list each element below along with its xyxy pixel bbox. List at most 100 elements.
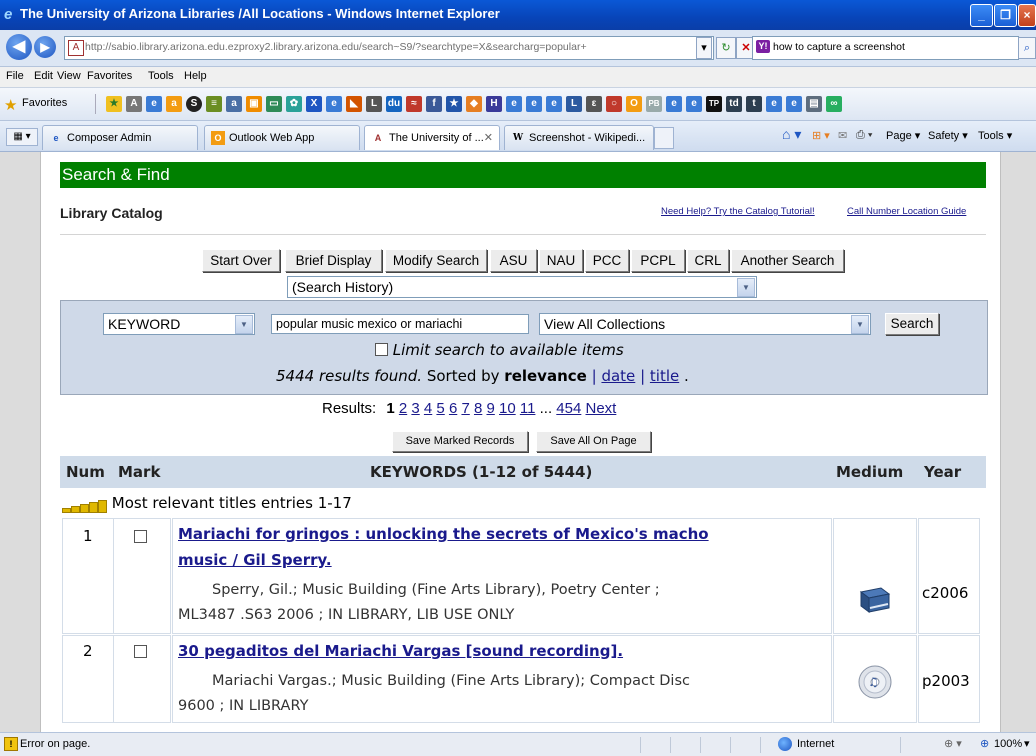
asu-button[interactable]: ASU <box>490 249 537 272</box>
ie-page-icon[interactable]: e <box>506 96 522 112</box>
window-title-bar[interactable]: e The University of Arizona Libraries /A… <box>0 0 1036 30</box>
ie-page-icon[interactable]: e <box>326 96 342 112</box>
tab-university-library[interactable]: A The University of ... ✕ <box>364 125 500 150</box>
modify-search-button[interactable]: Modify Search <box>385 249 487 272</box>
sort-by-date-link[interactable]: date <box>601 367 635 385</box>
search-history-select[interactable]: (Search History) ▼ <box>287 276 757 298</box>
favorite-link-icon[interactable]: S <box>186 96 202 112</box>
save-all-on-page-button[interactable]: Save All On Page <box>536 431 651 452</box>
tools-menu[interactable]: Tools ▾ <box>978 129 1012 142</box>
page-link[interactable]: 6 <box>449 400 457 417</box>
favorite-link-icon[interactable]: O <box>626 96 642 112</box>
tab-outlook-web-app[interactable]: O Outlook Web App <box>204 125 360 150</box>
record-title-link[interactable]: 30 pegaditos del Mariachi Vargas [sound … <box>178 642 623 660</box>
favorite-link-icon[interactable]: ▭ <box>266 96 282 112</box>
another-search-button[interactable]: Another Search <box>731 249 844 272</box>
limit-available-checkbox[interactable] <box>375 343 388 356</box>
favorite-link-icon[interactable]: TP <box>706 96 722 112</box>
print-icon[interactable]: ⎙ ▾ <box>856 129 872 142</box>
brief-display-button[interactable]: Brief Display <box>285 249 382 272</box>
favorite-link-icon[interactable]: a <box>226 96 242 112</box>
row-mark-checkbox[interactable] <box>134 645 147 658</box>
status-text[interactable]: Error on page. <box>20 738 90 750</box>
close-tab-icon[interactable]: ✕ <box>484 126 493 150</box>
favorite-link-icon[interactable]: L <box>366 96 382 112</box>
pcpl-button[interactable]: PCPL <box>631 249 685 272</box>
favorite-link-icon[interactable]: ◣ <box>346 96 362 112</box>
nau-button[interactable]: NAU <box>539 249 583 272</box>
favorite-link-icon[interactable]: du <box>386 96 402 112</box>
close-button[interactable]: × <box>1018 4 1036 27</box>
ie-page-icon[interactable]: e <box>146 96 162 112</box>
minimize-button[interactable]: _ <box>970 4 993 27</box>
zoom-dropdown-icon[interactable]: ▾ <box>1024 737 1030 750</box>
page-link[interactable]: 9 <box>486 400 494 417</box>
restore-button[interactable]: ❐ <box>994 4 1017 27</box>
ie-page-icon[interactable]: e <box>766 96 782 112</box>
menu-favorites[interactable]: Favorites <box>87 70 132 82</box>
address-dropdown-icon[interactable]: ▾ <box>696 37 712 59</box>
ie-page-icon[interactable]: e <box>526 96 542 112</box>
row-mark-checkbox[interactable] <box>134 530 147 543</box>
favorite-link-icon[interactable]: PB <box>646 96 662 112</box>
favorite-link-icon[interactable]: H <box>486 96 502 112</box>
favorite-link-icon[interactable]: ✿ <box>286 96 302 112</box>
zoom-level[interactable]: 100% <box>994 738 1022 750</box>
feeds-icon[interactable]: ⊞ ▾ <box>812 129 830 142</box>
search-button[interactable]: Search <box>885 313 939 335</box>
facebook-icon[interactable]: f <box>426 96 442 112</box>
favorite-link-icon[interactable]: ◆ <box>466 96 482 112</box>
call-number-guide-link[interactable]: Call Number Location Guide <box>847 206 966 217</box>
favorite-link-icon[interactable]: A <box>126 96 142 112</box>
tumblr-icon[interactable]: t <box>746 96 762 112</box>
save-marked-records-button[interactable]: Save Marked Records <box>392 431 528 452</box>
warning-icon[interactable]: ! <box>4 737 18 751</box>
favorite-link-icon[interactable]: ≈ <box>406 96 422 112</box>
favorites-star-icon[interactable]: ★ <box>4 96 17 114</box>
favorite-link-icon[interactable]: ○ <box>606 96 622 112</box>
page-link[interactable]: 10 <box>499 400 516 417</box>
favorite-link-icon[interactable]: ▤ <box>806 96 822 112</box>
page-menu[interactable]: Page ▾ <box>886 129 920 142</box>
ie-page-icon[interactable]: e <box>546 96 562 112</box>
search-go-icon[interactable]: ⌕ <box>1018 37 1036 59</box>
protected-mode-icon[interactable]: ⊕ ▾ <box>944 737 962 750</box>
add-favorite-icon[interactable]: ★ <box>106 96 122 112</box>
search-input[interactable]: popular music mexico or mariachi <box>271 314 529 334</box>
page-link[interactable]: 8 <box>474 400 482 417</box>
record-title-link[interactable]: music / Gil Sperry. <box>178 551 332 569</box>
amazon-icon[interactable]: a <box>166 96 182 112</box>
page-link[interactable]: 5 <box>436 400 444 417</box>
forward-button[interactable]: ▶ <box>34 36 56 58</box>
menu-tools[interactable]: Tools <box>148 70 174 82</box>
page-link[interactable]: 4 <box>424 400 432 417</box>
start-over-button[interactable]: Start Over <box>202 249 280 272</box>
crl-button[interactable]: CRL <box>687 249 729 272</box>
home-icon[interactable]: ⌂ ▾ <box>782 126 801 143</box>
menu-edit[interactable]: Edit <box>34 70 53 82</box>
favorite-link-icon[interactable]: L <box>566 96 582 112</box>
favorite-link-icon[interactable]: ≡ <box>206 96 222 112</box>
new-tab-button[interactable] <box>654 127 674 149</box>
page-link[interactable]: 3 <box>411 400 419 417</box>
menu-help[interactable]: Help <box>184 70 207 82</box>
page-link[interactable]: 7 <box>461 400 469 417</box>
zoom-icon[interactable]: ⊕ <box>980 737 989 750</box>
sort-by-title-link[interactable]: title <box>650 367 679 385</box>
quick-tabs-icon[interactable]: ▦ ▾ <box>6 128 38 146</box>
address-field[interactable]: A http://sabio.library.arizona.edu.ezpro… <box>64 36 714 60</box>
favorite-link-icon[interactable]: ε <box>586 96 602 112</box>
collection-select[interactable]: View All Collections ▼ <box>539 313 871 335</box>
safety-menu[interactable]: Safety ▾ <box>928 129 968 142</box>
page-link[interactable]: 2 <box>399 400 407 417</box>
tripadvisor-icon[interactable]: ∞ <box>826 96 842 112</box>
ie-page-icon[interactable]: e <box>786 96 802 112</box>
tab-screenshot-wikipedia[interactable]: W Screenshot - Wikipedi... <box>504 125 654 150</box>
ie-page-icon[interactable]: e <box>666 96 682 112</box>
record-title-link[interactable]: Mariachi for gringos : unlocking the sec… <box>178 525 709 543</box>
menu-view[interactable]: View <box>57 70 81 82</box>
web-search-input[interactable]: Y! how to capture a screenshot <box>752 36 1019 60</box>
favorites-button[interactable]: Favorites <box>22 97 67 109</box>
menu-file[interactable]: File <box>6 70 24 82</box>
favorite-link-icon[interactable]: ★ <box>446 96 462 112</box>
